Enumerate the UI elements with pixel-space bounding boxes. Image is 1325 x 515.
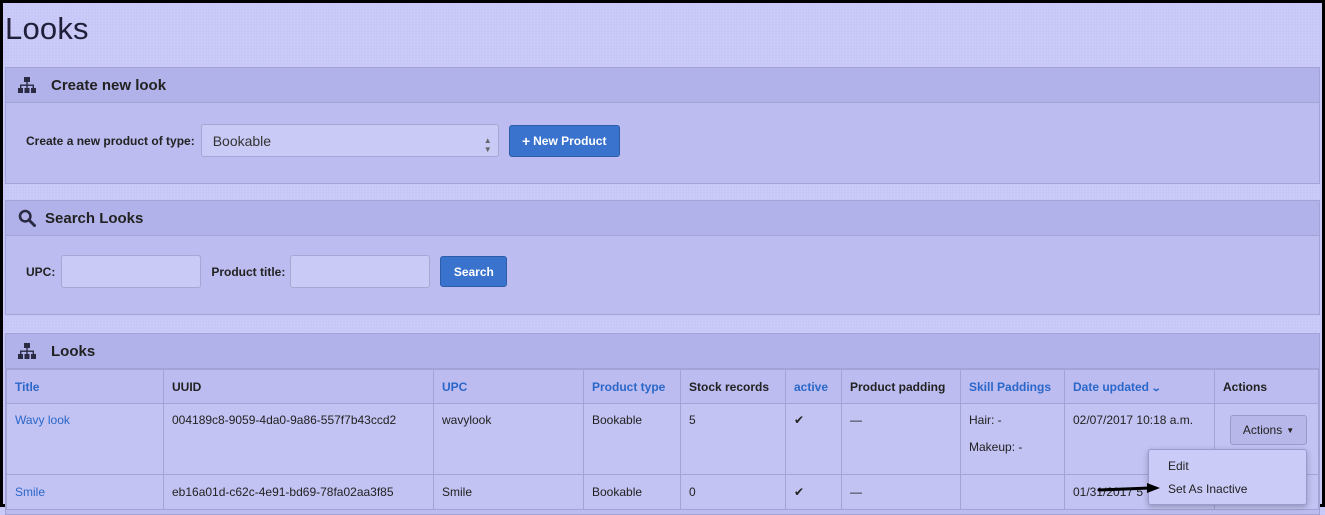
stock-records-cell: 0 bbox=[680, 474, 786, 510]
column-header-actions: Actions bbox=[1214, 369, 1319, 404]
look-title-link[interactable]: Wavy look bbox=[15, 413, 70, 427]
column-header-product-type[interactable]: Product type bbox=[583, 369, 681, 404]
page-title: Looks bbox=[5, 11, 89, 46]
product-type-label: Create a new product of type: bbox=[26, 133, 195, 148]
search-looks-panel: Search Looks UPC: Product title: Search bbox=[5, 200, 1320, 315]
table-row: Wavy look 004189c8-9059-4da0-9a86-557f7b… bbox=[6, 403, 1319, 475]
column-header-skill-paddings[interactable]: Skill Paddings bbox=[960, 369, 1065, 404]
product-type-select[interactable]: Bookable ▲ ▼ bbox=[200, 124, 499, 157]
arrow-pointer-icon bbox=[1097, 483, 1160, 493]
upc-cell: wavylook bbox=[433, 403, 584, 475]
active-check-icon: ✔ bbox=[785, 403, 842, 475]
actions-dropdown-button[interactable]: Actions ▼ bbox=[1230, 415, 1307, 445]
look-title-link[interactable]: Smile bbox=[15, 485, 45, 499]
skill-paddings-cell bbox=[960, 474, 1065, 510]
new-product-button[interactable]: + New Product bbox=[508, 124, 620, 157]
column-header-uuid: UUID bbox=[163, 369, 434, 404]
menu-item-set-inactive[interactable]: Set As Inactive bbox=[1168, 482, 1247, 496]
actions-button-label: Actions bbox=[1242, 423, 1283, 437]
plus-icon: + bbox=[521, 132, 531, 149]
search-button[interactable]: Search bbox=[440, 256, 508, 287]
column-header-active[interactable]: active bbox=[785, 369, 842, 404]
product-type-cell: Bookable bbox=[583, 474, 681, 510]
skill-hair: Hair: - bbox=[969, 413, 1002, 427]
product-title-input[interactable] bbox=[290, 255, 431, 288]
select-caret-icon: ▲ ▼ bbox=[483, 136, 492, 154]
product-padding-cell: — bbox=[841, 474, 961, 510]
skill-paddings-cell: Hair: - Makeup: - bbox=[960, 403, 1065, 475]
product-type-value: Bookable bbox=[212, 132, 272, 149]
search-looks-header: Search Looks bbox=[6, 201, 1319, 236]
create-product-form: Create a new product of type: Bookable ▲… bbox=[26, 124, 620, 157]
looks-header: Looks bbox=[6, 334, 1319, 369]
new-product-label: New Product bbox=[533, 133, 607, 148]
table-header-row: Title UUID UPC Product type Stock record… bbox=[6, 369, 1319, 404]
upc-cell: Smile bbox=[433, 474, 584, 510]
sitemap-icon bbox=[17, 342, 37, 360]
create-look-heading: Create new look bbox=[51, 76, 167, 94]
search-looks-heading: Search Looks bbox=[45, 209, 144, 227]
search-form: UPC: Product title: Search bbox=[26, 255, 508, 288]
actions-dropdown-menu: Edit Set As Inactive bbox=[1148, 449, 1307, 505]
chevron-down-icon: ⌄ bbox=[1150, 382, 1162, 394]
product-title-label: Product title: bbox=[211, 264, 286, 279]
skill-makeup: Makeup: - bbox=[969, 440, 1023, 454]
product-padding-cell: — bbox=[841, 403, 961, 475]
column-header-title[interactable]: Title bbox=[6, 369, 164, 404]
column-header-date-updated[interactable]: Date updated ⌄ bbox=[1064, 369, 1215, 404]
search-icon bbox=[17, 209, 37, 227]
uuid-cell: eb16a01d-c62c-4e91-bd69-78fa02aa3f85 bbox=[163, 474, 434, 510]
looks-heading: Looks bbox=[51, 342, 96, 360]
create-look-panel: Create new look Create a new product of … bbox=[5, 67, 1320, 184]
stock-records-cell: 5 bbox=[680, 403, 786, 475]
create-look-header: Create new look bbox=[6, 68, 1319, 103]
uuid-cell: 004189c8-9059-4da0-9a86-557f7b43ccd2 bbox=[163, 403, 434, 475]
caret-down-icon: ▼ bbox=[1286, 425, 1295, 435]
column-header-stock-records: Stock records bbox=[680, 369, 786, 404]
column-header-upc[interactable]: UPC bbox=[433, 369, 584, 404]
product-type-cell: Bookable bbox=[583, 403, 681, 475]
sitemap-icon bbox=[17, 76, 37, 94]
upc-input[interactable] bbox=[61, 255, 202, 288]
active-check-icon: ✔ bbox=[785, 474, 842, 510]
search-button-label: Search bbox=[453, 264, 494, 279]
column-header-product-padding: Product padding bbox=[841, 369, 961, 404]
date-updated-label: Date updated bbox=[1073, 379, 1150, 394]
menu-item-edit[interactable]: Edit bbox=[1168, 459, 1189, 473]
upc-label: UPC: bbox=[26, 264, 56, 279]
